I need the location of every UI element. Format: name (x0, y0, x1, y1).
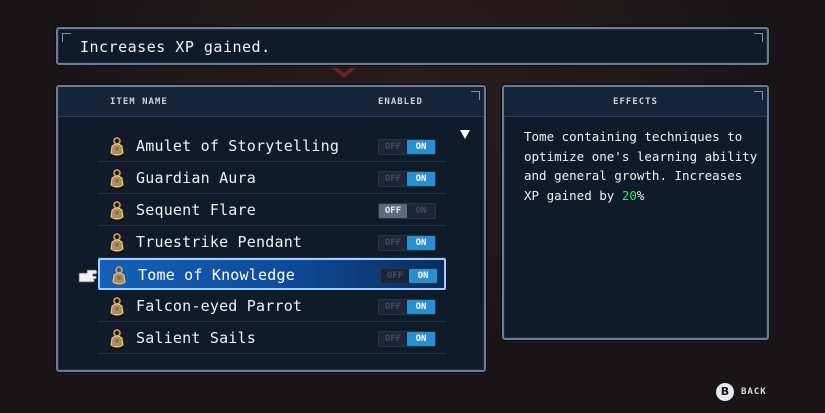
item-name: Guardian Aura (136, 169, 256, 187)
enabled-toggle[interactable]: OFF ON (378, 203, 436, 219)
amulet-icon (108, 137, 126, 157)
item-name: Tome of Knowledge (138, 266, 295, 284)
background-ornament (332, 68, 356, 78)
enabled-toggle[interactable]: OFF ON (378, 171, 436, 187)
item-name: Amulet of Storytelling (136, 137, 340, 155)
item-row[interactable]: Guardian Aura OFF ON (98, 163, 446, 194)
effects-value: 20 (621, 187, 637, 203)
enabled-toggle[interactable]: OFF ON (378, 235, 436, 251)
amulet-icon (110, 266, 128, 286)
item-row[interactable]: Falcon-eyed Parrot OFF ON (98, 291, 446, 322)
toggle-on-label: ON (407, 332, 435, 346)
item-name-header: ITEM NAME (110, 97, 168, 107)
item-name: Sequent Flare (136, 201, 256, 219)
item-row[interactable]: Tome of Knowledge OFF ON (98, 258, 446, 290)
toggle-on-label: ON (407, 140, 435, 154)
toggle-off-label: OFF (384, 174, 402, 184)
back-button[interactable]: B BACK (716, 383, 767, 401)
enabled-toggle[interactable]: OFF ON (378, 331, 436, 347)
toggle-off-label: OFF (384, 302, 402, 312)
amulet-icon (108, 329, 126, 349)
scroll-down-arrow-icon[interactable] (460, 130, 470, 139)
effects-panel: EFFECTS Tome containing techniques to op… (502, 85, 769, 340)
list-header: ITEM NAME ENABLED (58, 87, 484, 117)
item-row[interactable]: Sequent Flare OFF ON (98, 195, 446, 226)
toggle-off-label: OFF (386, 271, 404, 281)
toggle-on-label: ON (407, 172, 435, 186)
b-button-icon: B (716, 383, 734, 401)
effects-description: Tome containing techniques to optimize o… (524, 127, 760, 205)
effects-text-after: % (636, 187, 645, 203)
description-panel: Increases XP gained. (56, 27, 769, 65)
item-row[interactable]: Salient Sails OFF ON (98, 323, 446, 354)
enabled-toggle[interactable]: OFF ON (380, 268, 438, 284)
item-row[interactable]: Amulet of Storytelling OFF ON (98, 131, 446, 162)
toggle-off-label: OFF (384, 238, 402, 248)
toggle-off-label: OFF (384, 142, 402, 152)
item-name: Falcon-eyed Parrot (136, 297, 303, 315)
item-row[interactable]: Truestrike Pendant OFF ON (98, 227, 446, 258)
toggle-off-label: OFF (384, 334, 402, 344)
enabled-header: ENABLED (378, 97, 423, 107)
amulet-icon (108, 233, 126, 253)
effects-header-bar: EFFECTS (504, 87, 767, 117)
amulet-icon (108, 169, 126, 189)
amulet-icon (108, 201, 126, 221)
amulet-icon (108, 297, 126, 317)
description-text: Increases XP gained. (80, 38, 271, 56)
item-list-panel: ITEM NAME ENABLED Amulet of Storytelling… (56, 85, 486, 372)
item-name: Salient Sails (136, 329, 256, 347)
pointing-hand-icon (78, 269, 98, 283)
toggle-on-label: ON (407, 236, 435, 250)
toggle-on-label: ON (409, 269, 437, 283)
toggle-on-label: ON (407, 300, 435, 314)
item-name: Truestrike Pendant (136, 233, 303, 251)
toggle-on-label: ON (415, 206, 427, 216)
enabled-toggle[interactable]: OFF ON (378, 299, 436, 315)
enabled-toggle[interactable]: OFF ON (378, 139, 436, 155)
toggle-off-label: OFF (379, 204, 407, 218)
back-label: BACK (741, 387, 767, 397)
effects-header: EFFECTS (613, 97, 658, 107)
